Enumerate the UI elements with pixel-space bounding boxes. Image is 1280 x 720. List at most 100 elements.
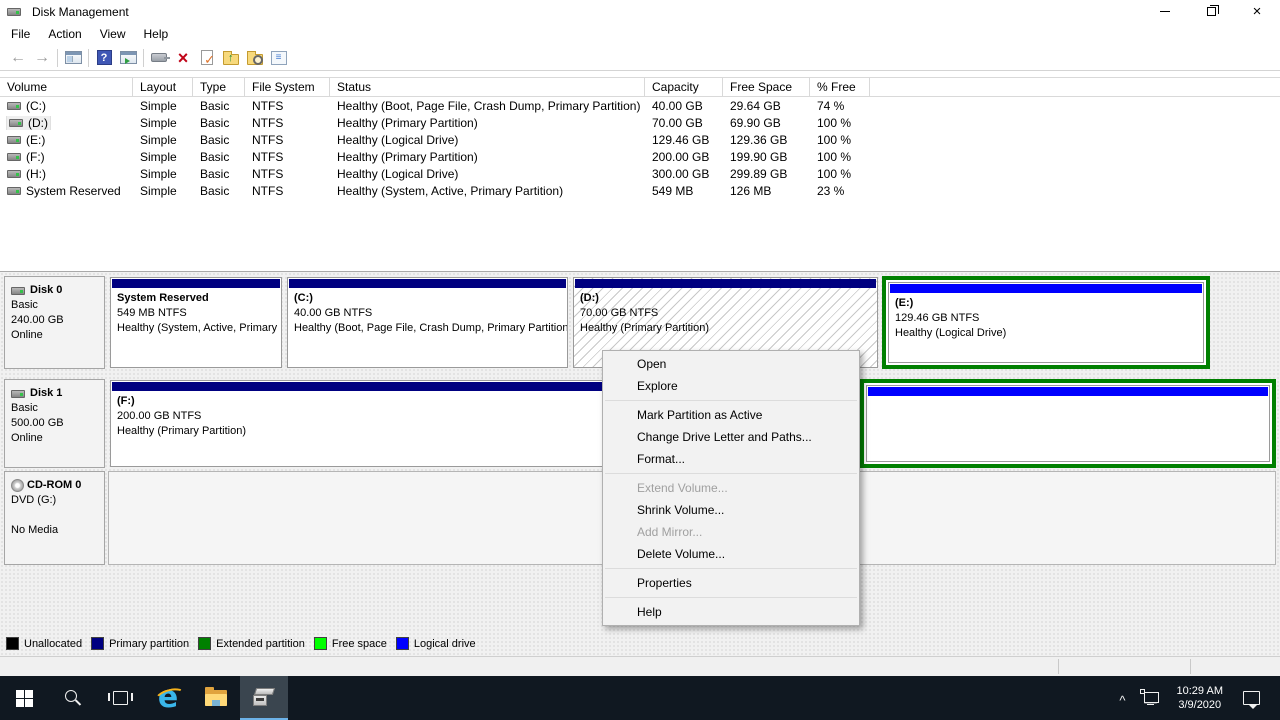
disk0-header[interactable]: Disk 0 Basic 240.00 GB Online [4,276,105,369]
column-layout[interactable]: Layout [133,78,193,96]
delete-button[interactable]: × [171,47,195,69]
properties-list-button[interactable]: ≡ [267,47,291,69]
column-capacity[interactable]: Capacity [645,78,723,96]
column-status[interactable]: Status [330,78,645,96]
pct-cell: 100 % [810,150,870,164]
type-cell: Basic [193,99,245,113]
action-center-icon[interactable] [1243,691,1260,705]
explore-button[interactable] [243,47,267,69]
partition-system-reserved[interactable]: System Reserved 549 MB NTFS Healthy (Sys… [110,277,282,368]
legend-swatch [198,637,211,650]
pct-cell: 100 % [810,116,870,130]
partition-h[interactable] [866,385,1270,462]
internet-explorer-icon: e [158,685,178,711]
title-bar: Disk Management × [0,0,1280,23]
legend-item-logical: Logical drive [396,637,476,650]
toolbar-separator [57,49,58,67]
pct-cell: 100 % [810,133,870,147]
context-menu-shrink-volume[interactable]: Shrink Volume... [603,499,859,521]
check-document-icon [201,50,213,65]
drive-icon [7,170,21,178]
free-cell: 69.90 GB [723,116,810,130]
legend-label: Free space [332,638,387,650]
restore-button[interactable] [1188,0,1234,23]
toolbar: ← → ? × ≡ [0,45,1280,71]
context-menu-explore[interactable]: Explore [603,375,859,397]
partition-size: 129.46 GB NTFS [895,311,1203,326]
partition-c[interactable]: (C:) 40.00 GB NTFS Healthy (Boot, Page F… [287,277,568,368]
partition-status: Healthy (Logical Drive) [895,326,1203,341]
volume-row-system-reserved[interactable]: System Reserved Simple Basic NTFS Health… [0,182,1280,199]
partition-name: (D:) [580,291,877,306]
volume-row-c[interactable]: (C:) Simple Basic NTFS Healthy (Boot, Pa… [0,97,1280,114]
console-tree-button[interactable] [61,47,85,69]
partition-status: Healthy (Primary Partition) [580,321,877,336]
context-menu-help[interactable]: Help [603,601,859,623]
task-view-button[interactable] [96,676,144,720]
column-pct-free[interactable]: % Free [810,78,870,96]
column-file-system[interactable]: File System [245,78,330,96]
volume-row-e[interactable]: (E:) Simple Basic NTFS Healthy (Logical … [0,131,1280,148]
capacity-cell: 40.00 GB [645,99,723,113]
start-button[interactable] [0,676,48,720]
context-menu-format[interactable]: Format... [603,448,859,470]
check-disk-button[interactable] [195,47,219,69]
free-cell: 29.64 GB [723,99,810,113]
capacity-cell: 200.00 GB [645,150,723,164]
console-tree-icon [65,51,82,64]
close-button[interactable]: × [1234,0,1280,23]
drive-icon [7,136,21,144]
column-volume[interactable]: Volume [0,78,133,96]
context-menu-change-drive-letter[interactable]: Change Drive Letter and Paths... [603,426,859,448]
volume-name: (C:) [26,99,46,113]
help-icon: ? [97,50,112,65]
network-icon[interactable] [1142,691,1159,705]
disk-size: 240.00 GB [11,313,99,328]
menu-file[interactable]: File [2,24,39,44]
legend: Unallocated Primary partition Extended p… [6,637,485,650]
disk1-header[interactable]: Disk 1 Basic 500.00 GB Online [4,379,105,468]
search-icon [63,689,81,707]
volume-cell: System Reserved [0,184,133,198]
context-menu-open[interactable]: Open [603,353,859,375]
disk-icon [11,390,25,398]
action-pane-button[interactable] [116,47,140,69]
device-button[interactable] [147,47,171,69]
file-explorer-button[interactable] [192,676,240,720]
partition-e[interactable]: (E:) 129.46 GB NTFS Healthy (Logical Dri… [888,282,1204,363]
taskbar-search-button[interactable] [48,676,96,720]
back-button[interactable]: ← [6,47,30,69]
drive-icon [9,119,23,127]
logical-drive-bar [868,387,1268,396]
toolbar-separator [143,49,144,67]
column-type[interactable]: Type [193,78,245,96]
status-cell: Healthy (Logical Drive) [330,133,645,147]
menu-view[interactable]: View [91,24,135,44]
app-icon [7,8,21,16]
legend-label: Extended partition [216,638,305,650]
forward-icon: → [34,49,50,67]
menu-help[interactable]: Help [135,24,178,44]
volume-row-h[interactable]: (H:) Simple Basic NTFS Healthy (Logical … [0,165,1280,182]
minimize-button[interactable] [1142,0,1188,23]
context-menu-delete-volume[interactable]: Delete Volume... [603,543,859,565]
internet-explorer-button[interactable]: e [144,676,192,720]
context-menu-properties[interactable]: Properties [603,572,859,594]
volume-row-f[interactable]: (F:) Simple Basic NTFS Healthy (Primary … [0,148,1280,165]
cdrom-header[interactable]: CD-ROM 0 DVD (G:) No Media [4,471,105,565]
context-menu-mark-partition-active[interactable]: Mark Partition as Active [603,404,859,426]
open-button[interactable] [219,47,243,69]
forward-button[interactable]: → [30,47,54,69]
menu-action[interactable]: Action [39,24,90,44]
disk-management-taskbar-button[interactable] [240,676,288,720]
volume-row-d[interactable]: (D:) Simple Basic NTFS Healthy (Primary … [0,114,1280,131]
help-button[interactable]: ? [92,47,116,69]
partition-size: 549 MB NTFS [117,306,281,321]
status-cell: Healthy (Logical Drive) [330,167,645,181]
taskbar: e ^ 10:29 AM 3/9/2020 [0,676,1280,720]
free-cell: 126 MB [723,184,810,198]
tray-chevron-icon[interactable]: ^ [1111,693,1133,708]
column-free-space[interactable]: Free Space [723,78,810,96]
taskbar-clock[interactable]: 10:29 AM 3/9/2020 [1167,684,1233,712]
disk-name: Disk 0 [30,283,62,298]
